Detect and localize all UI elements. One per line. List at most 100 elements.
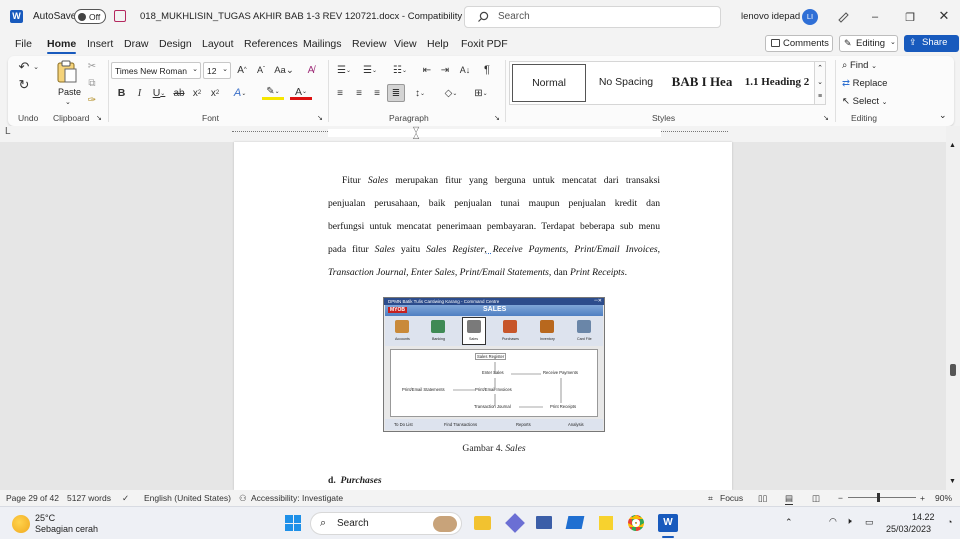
- taskbar-search[interactable]: ⌕ Search: [310, 512, 462, 535]
- show-formatting-icon[interactable]: ¶: [480, 63, 494, 77]
- cut-icon[interactable]: ✂: [86, 60, 98, 73]
- tab-design[interactable]: Design: [159, 38, 192, 50]
- tab-references[interactable]: References: [244, 38, 298, 50]
- paragraph-launcher-icon[interactable]: ↘: [494, 114, 500, 122]
- close-icon[interactable]: ✕: [937, 8, 951, 23]
- undo-dropdown-icon[interactable]: ⌄: [32, 60, 40, 74]
- tab-layout[interactable]: Layout: [202, 38, 234, 50]
- bold-icon[interactable]: B: [115, 86, 128, 100]
- find-button[interactable]: ⌕ Find ⌄: [842, 60, 890, 74]
- font-color-icon[interactable]: A ⌄: [290, 86, 312, 100]
- chrome-icon[interactable]: [628, 515, 644, 531]
- superscript-icon[interactable]: x2: [208, 86, 222, 100]
- styles-scroll[interactable]: ⌃ ⌄ ≡: [814, 61, 826, 105]
- style-normal[interactable]: Normal: [512, 64, 586, 102]
- align-left-icon[interactable]: ≡: [333, 86, 347, 100]
- document-page[interactable]: Fitur Sales merupakan fitur yang berguna…: [234, 142, 732, 490]
- volume-icon[interactable]: 🕨: [846, 516, 852, 527]
- align-center-icon[interactable]: ≡: [352, 86, 366, 100]
- tab-review[interactable]: Review: [352, 38, 386, 50]
- tab-foxit-pdf[interactable]: Foxit PDF: [461, 38, 508, 50]
- shrink-font-icon[interactable]: Aˇ: [254, 63, 268, 77]
- format-painter-icon[interactable]: ✑: [86, 94, 98, 107]
- zoom-level[interactable]: 90%: [935, 493, 952, 503]
- zoom-slider[interactable]: [848, 493, 916, 502]
- horizontal-ruler[interactable]: ▽ △ L: [0, 126, 946, 142]
- app-icon-sticky-notes[interactable]: [599, 516, 613, 530]
- text-effects-icon[interactable]: A ⌄: [230, 86, 250, 100]
- share-button[interactable]: ⇪ Share: [904, 35, 959, 52]
- highlight-color-icon[interactable]: ✎ ⌄: [262, 86, 284, 100]
- style-heading-1[interactable]: BAB I Hea: [666, 64, 738, 102]
- tab-draw[interactable]: Draw: [124, 38, 149, 50]
- weather-widget[interactable]: 25°C Sebagian cerah: [12, 512, 102, 536]
- accessibility-status[interactable]: Accessibility: Investigate: [251, 493, 343, 503]
- font-launcher-icon[interactable]: ↘: [317, 114, 323, 122]
- style-no-spacing[interactable]: No Spacing: [588, 64, 664, 102]
- vertical-scrollbar[interactable]: ▲ ▼: [946, 126, 960, 490]
- multilevel-list-icon[interactable]: ☷ ⌄: [390, 63, 410, 77]
- justify-icon[interactable]: ≣: [387, 84, 405, 102]
- focus-icon[interactable]: ⌗: [708, 493, 713, 504]
- zoom-in-icon[interactable]: +: [920, 493, 925, 503]
- styles-launcher-icon[interactable]: ↘: [823, 114, 829, 122]
- bullets-icon[interactable]: ☰ ⌄: [334, 63, 354, 77]
- app-icon-teams[interactable]: [505, 513, 525, 533]
- redo-icon[interactable]: ↻: [16, 77, 32, 92]
- page-count[interactable]: Page 29 of 42: [6, 493, 59, 503]
- word-count[interactable]: 5127 words: [67, 493, 111, 503]
- zoom-out-icon[interactable]: −: [838, 493, 843, 503]
- file-explorer-icon[interactable]: [474, 516, 491, 530]
- scroll-up-icon[interactable]: ▲: [949, 142, 956, 149]
- search-box[interactable]: Search: [464, 6, 721, 28]
- replace-button[interactable]: ⇄ Replace: [842, 78, 902, 92]
- increase-indent-icon[interactable]: ⇥: [438, 63, 452, 77]
- restore-icon[interactable]: ❐: [903, 10, 917, 24]
- pen-icon[interactable]: [836, 9, 850, 23]
- tab-mailings[interactable]: Mailings: [303, 38, 342, 50]
- proofing-icon[interactable]: ✓: [122, 493, 129, 504]
- tab-view[interactable]: View: [394, 38, 417, 50]
- web-layout-icon[interactable]: ◫: [812, 493, 820, 504]
- notification-icon[interactable]: ◔: [947, 517, 952, 527]
- change-case-icon[interactable]: Aa⌄: [274, 63, 294, 77]
- editing-mode-button[interactable]: ✎ Editing ⌄: [839, 35, 898, 52]
- tab-insert[interactable]: Insert: [87, 38, 113, 50]
- numbering-icon[interactable]: ☰ ⌄: [360, 63, 380, 77]
- sort-icon[interactable]: A↓: [458, 63, 472, 77]
- user-avatar[interactable]: LI: [802, 9, 818, 25]
- tab-selector-icon[interactable]: L: [5, 126, 11, 137]
- comments-button[interactable]: Comments: [765, 35, 833, 52]
- start-button[interactable]: [285, 515, 301, 531]
- accessibility-icon[interactable]: ⚇: [239, 493, 247, 504]
- read-mode-icon[interactable]: ▯▯: [758, 493, 767, 504]
- zoom-slider-thumb[interactable]: [877, 493, 880, 502]
- style-heading-2[interactable]: 1.1 Heading 2: [740, 64, 814, 102]
- focus-button[interactable]: Focus: [720, 493, 743, 503]
- paragraph-sales[interactable]: Fitur Sales merupakan fitur yang berguna…: [328, 169, 660, 284]
- undo-icon[interactable]: ↶: [16, 59, 32, 74]
- italic-icon[interactable]: I: [133, 86, 146, 100]
- figure-sales-screenshot[interactable]: DPMN Batik Tulis Cantiwing Karang - Comm…: [383, 297, 605, 432]
- tab-help[interactable]: Help: [427, 38, 449, 50]
- grow-font-icon[interactable]: A ^: [235, 63, 249, 77]
- collapse-ribbon-icon[interactable]: ⌄: [939, 110, 947, 121]
- app-icon-monitor[interactable]: [536, 516, 552, 529]
- scroll-thumb[interactable]: [950, 364, 956, 376]
- wifi-icon[interactable]: ◠: [829, 516, 837, 527]
- tray-overflow-icon[interactable]: ⌃: [785, 517, 793, 528]
- print-layout-icon[interactable]: ▤: [785, 493, 794, 505]
- autosave-toggle[interactable]: Off: [74, 9, 106, 24]
- battery-icon[interactable]: ▭: [865, 517, 874, 528]
- select-button[interactable]: ↖ Select ⌄: [842, 96, 902, 110]
- scroll-down-icon[interactable]: ▼: [949, 478, 956, 485]
- word-taskbar-icon[interactable]: W: [658, 514, 678, 532]
- clock-time[interactable]: 14.22: [912, 512, 935, 522]
- line-spacing-icon[interactable]: ↕ ⌄: [410, 86, 430, 100]
- save-icon[interactable]: [114, 10, 126, 22]
- app-icon-mail[interactable]: [565, 516, 585, 529]
- shading-icon[interactable]: ◇ ⌄: [440, 86, 462, 100]
- subscript-icon[interactable]: x2: [190, 86, 204, 100]
- paste-button[interactable]: Paste ⌄: [56, 60, 81, 108]
- font-name-select[interactable]: Times New Roman ⌄: [111, 62, 201, 79]
